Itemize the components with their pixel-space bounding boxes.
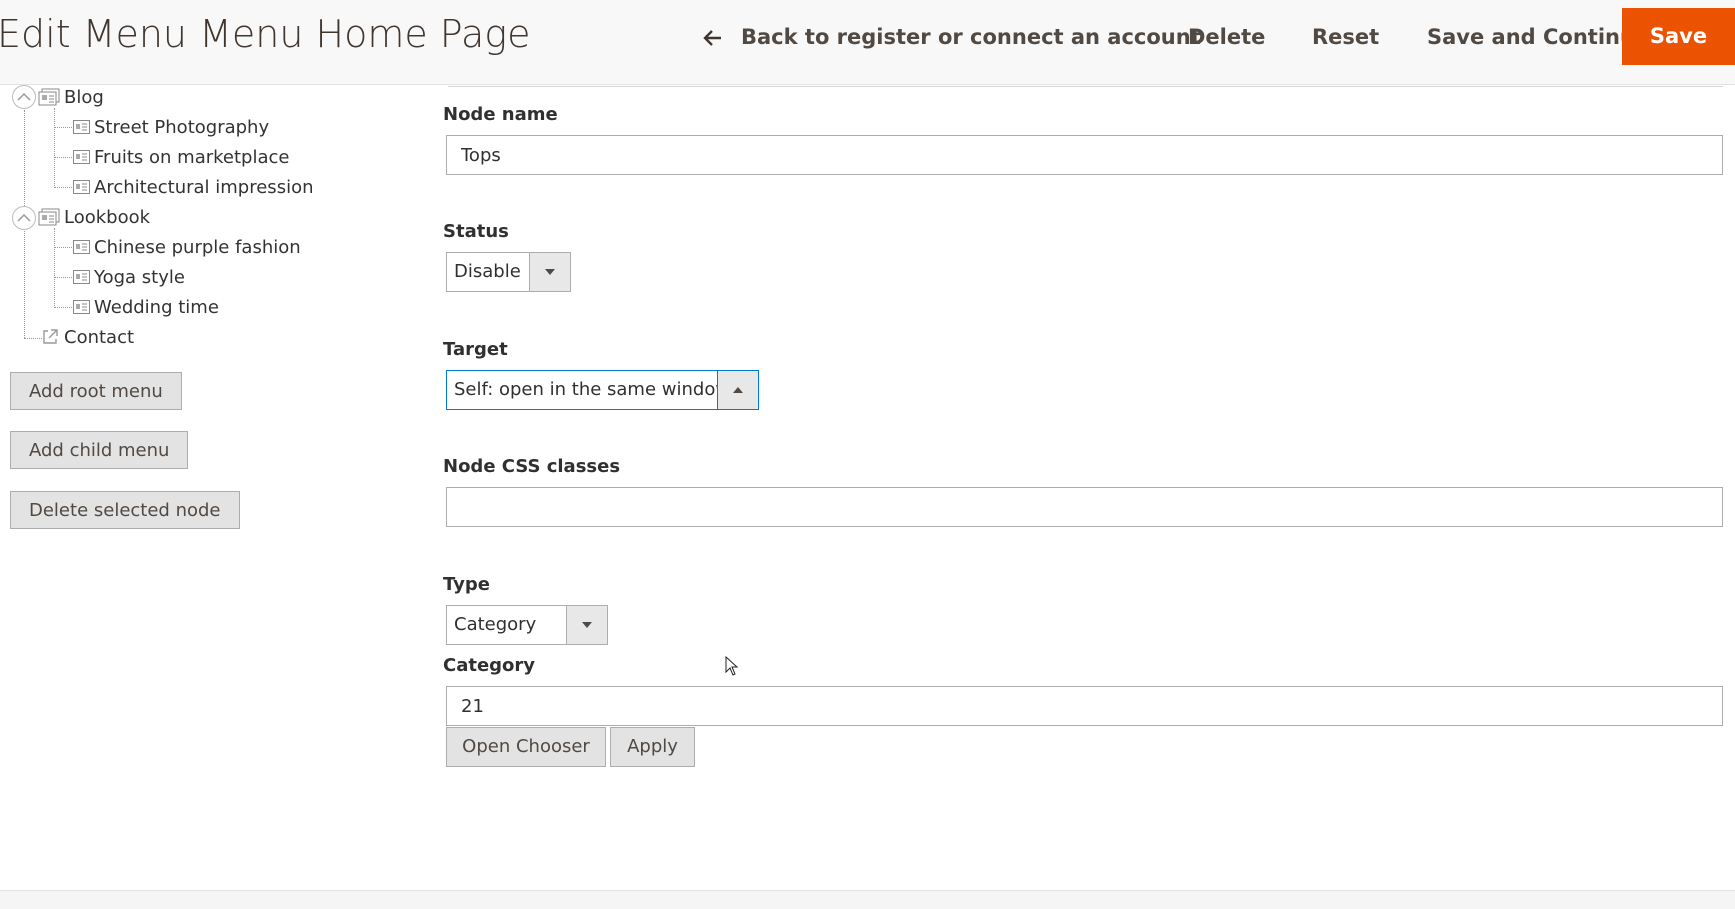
arrow-left-icon xyxy=(703,30,721,46)
page-group-icon xyxy=(38,208,60,226)
back-button[interactable]: Back to register or connect an account xyxy=(703,8,1201,66)
status-label: Status xyxy=(443,221,509,242)
target-label: Target xyxy=(443,339,508,360)
tree-node-contact[interactable]: Contact xyxy=(64,327,134,348)
category-input[interactable] xyxy=(446,686,1723,726)
tree-node-wedding-time[interactable]: Wedding time xyxy=(94,297,219,318)
page-icon xyxy=(73,120,90,134)
target-select-arrow[interactable] xyxy=(717,371,758,409)
delete-button[interactable]: Delete xyxy=(1188,8,1265,66)
tree-connector xyxy=(54,228,55,308)
page-icon xyxy=(73,240,90,254)
type-select-value: Category xyxy=(454,614,537,635)
tree-connector xyxy=(54,307,72,308)
mouse-cursor-icon xyxy=(725,656,739,676)
tree-connector xyxy=(54,127,72,128)
tree-node-blog[interactable]: Blog xyxy=(64,87,104,108)
status-select[interactable]: Disable xyxy=(446,252,571,292)
save-button[interactable]: Save xyxy=(1622,8,1735,65)
page-icon xyxy=(73,270,90,284)
page-icon xyxy=(73,300,90,314)
chevron-up-icon xyxy=(17,92,31,101)
chevron-up-icon xyxy=(17,213,31,222)
target-select-value: Self: open in the same window xyxy=(454,379,731,400)
target-select[interactable]: Self: open in the same window xyxy=(446,370,759,410)
tree-node-architectural-impression[interactable]: Architectural impression xyxy=(94,177,314,198)
node-css-classes-label: Node CSS classes xyxy=(443,456,621,477)
caret-up-icon xyxy=(733,387,743,393)
node-css-classes-input[interactable] xyxy=(446,487,1723,527)
node-name-label: Node name xyxy=(443,104,558,125)
add-root-menu-button[interactable]: Add root menu xyxy=(10,372,182,410)
tree-connector xyxy=(54,157,72,158)
section-divider xyxy=(448,86,1723,87)
type-select-arrow[interactable] xyxy=(566,606,607,644)
page-icon xyxy=(73,150,90,164)
type-select[interactable]: Category xyxy=(446,605,608,645)
reset-button[interactable]: Reset xyxy=(1312,8,1379,66)
footer-bar xyxy=(0,890,1735,909)
tree-node-chinese-purple-fashion[interactable]: Chinese purple fashion xyxy=(94,237,301,258)
tree-node-street-photography[interactable]: Street Photography xyxy=(94,117,269,138)
status-select-value: Disable xyxy=(454,261,521,282)
node-name-input[interactable] xyxy=(446,135,1723,175)
status-select-arrow[interactable] xyxy=(529,253,570,291)
external-link-icon xyxy=(43,329,58,344)
type-label: Type xyxy=(443,574,490,595)
tree-connector xyxy=(54,277,72,278)
collapse-toggle-blog[interactable] xyxy=(12,85,36,109)
page-icon xyxy=(73,180,90,194)
tree-node-yoga-style[interactable]: Yoga style xyxy=(94,267,185,288)
page-group-icon xyxy=(38,88,60,106)
tree-connector xyxy=(54,187,72,188)
save-and-continue-button[interactable]: Save and Continue xyxy=(1427,8,1649,66)
tree-connector xyxy=(24,338,42,339)
collapse-toggle-lookbook[interactable] xyxy=(12,206,36,230)
add-child-menu-button[interactable]: Add child menu xyxy=(10,431,189,469)
caret-down-icon xyxy=(582,622,592,628)
tree-node-fruits-on-marketplace[interactable]: Fruits on marketplace xyxy=(94,147,289,168)
apply-button[interactable]: Apply xyxy=(610,727,695,767)
delete-selected-node-button[interactable]: Delete selected node xyxy=(10,491,240,529)
tree-node-lookbook[interactable]: Lookbook xyxy=(64,207,150,228)
page-header: Edit Menu Menu Home Page Back to registe… xyxy=(0,0,1735,85)
tree-connector xyxy=(54,108,55,188)
open-chooser-button[interactable]: Open Chooser xyxy=(446,727,606,767)
caret-down-icon xyxy=(545,269,555,275)
tree-connector xyxy=(54,247,72,248)
category-label: Category xyxy=(443,655,536,676)
back-button-label: Back to register or connect an account xyxy=(741,25,1201,49)
page-title: Edit Menu Menu Home Page xyxy=(0,12,531,56)
